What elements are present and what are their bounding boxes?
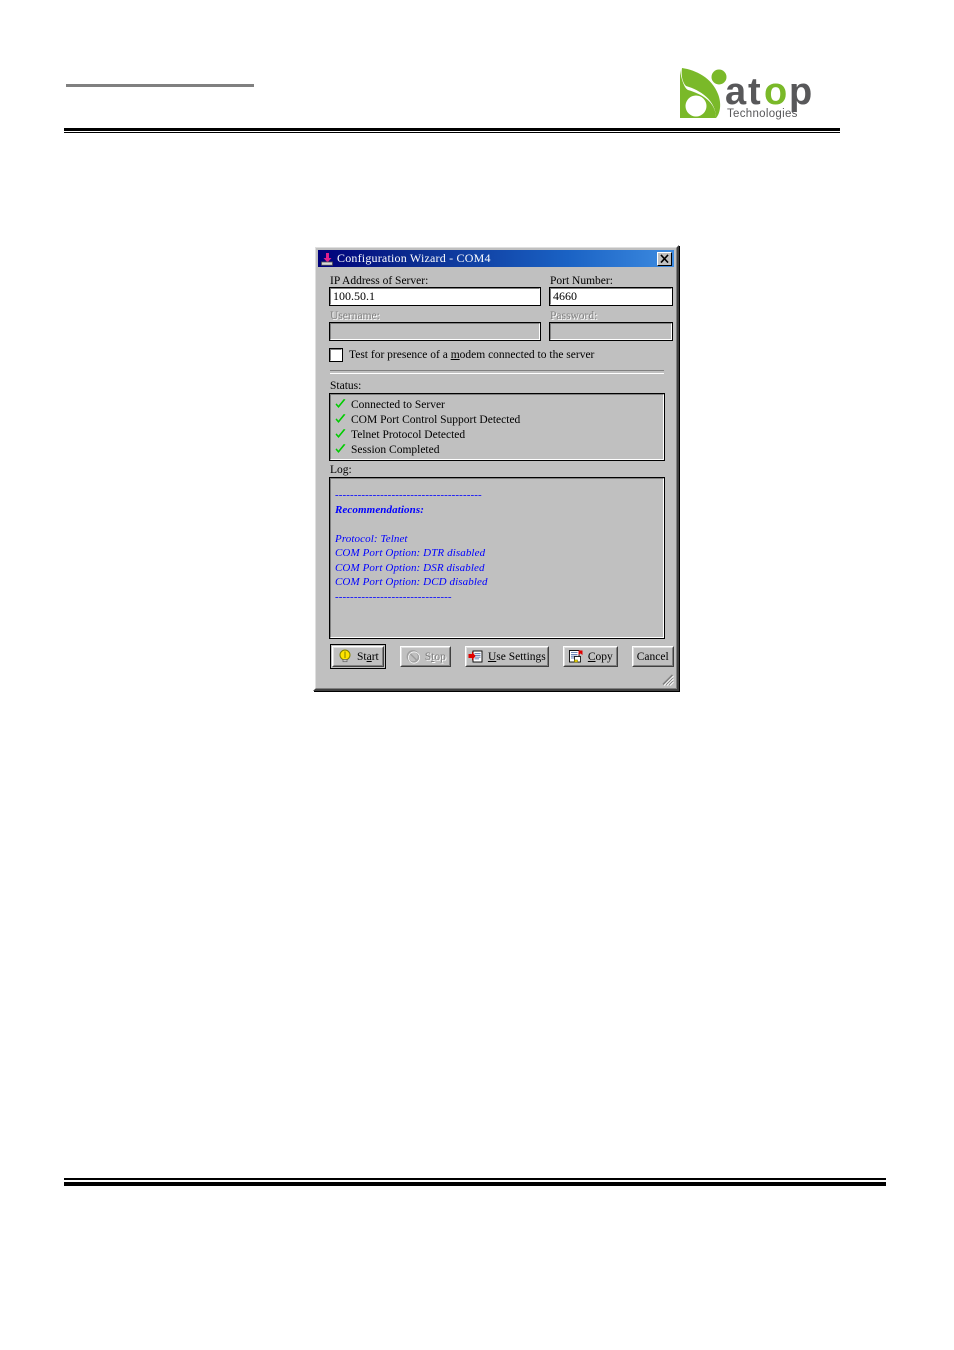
dialog-body: IP Address of Server: 100.50.1 Port Numb…: [318, 267, 674, 673]
apply-settings-icon: [468, 649, 484, 664]
status-item-label: COM Port Control Support Detected: [351, 413, 521, 426]
ip-field-group: IP Address of Server: 100.50.1: [329, 274, 541, 306]
status-list[interactable]: Connected to Server COM Port Control Sup…: [329, 393, 665, 461]
cancel-button-label: Cancel: [636, 650, 669, 663]
configuration-wizard-dialog[interactable]: Configuration Wizard - COM4 IP Address o…: [313, 245, 679, 691]
start-label-post: rt: [371, 650, 379, 663]
start-button-label: Start: [357, 651, 379, 663]
status-label: Status:: [330, 380, 362, 392]
log-line: COM Port Option: DTR disabled: [335, 547, 486, 559]
port-number-input[interactable]: 4660: [549, 287, 673, 306]
check-icon: [334, 428, 347, 441]
username-input[interactable]: [329, 322, 541, 341]
credentials-row: Username: Password:: [329, 309, 673, 341]
lightbulb-icon: [337, 649, 353, 664]
footer-divider: [64, 1178, 886, 1186]
dialog-title-bar[interactable]: Configuration Wizard - COM4: [318, 250, 674, 267]
stop-button[interactable]: Stop: [399, 646, 451, 667]
svg-text:a: a: [725, 71, 747, 113]
footer-divider-thick: [64, 1182, 886, 1186]
status-item: COM Port Control Support Detected: [334, 412, 661, 427]
status-item-label: Connected to Server: [351, 398, 445, 411]
password-field-group: Password:: [549, 309, 673, 341]
log-textbox[interactable]: --------------------------------------- …: [329, 477, 665, 639]
modem-label-part1: Test for presence of a: [349, 349, 451, 361]
server-address-row: IP Address of Server: 100.50.1 Port Numb…: [329, 274, 673, 306]
modem-test-checkbox-row[interactable]: Test for presence of a modem connected t…: [329, 348, 664, 362]
atop-technologies-logo: a t o p Technologies: [676, 64, 840, 126]
stop-label-post: op: [434, 650, 446, 663]
username-field-group: Username:: [329, 309, 541, 341]
ip-address-input[interactable]: 100.50.1: [329, 287, 541, 306]
port-number-label: Port Number:: [550, 275, 613, 287]
status-item-label: Telnet Protocol Detected: [351, 428, 466, 441]
dialog-inner-frame: Configuration Wizard - COM4 IP Address o…: [315, 247, 677, 689]
svg-text:p: p: [789, 71, 812, 113]
log-line: -------------------------------: [335, 590, 452, 603]
stop-button-label: Stop: [425, 651, 446, 663]
username-label: Username:: [330, 310, 380, 322]
status-item: Connected to Server: [334, 397, 661, 412]
header-divider-thin: [64, 132, 840, 133]
use-settings-button-label: Use Settings: [488, 651, 546, 663]
status-item: Session Completed: [334, 442, 661, 457]
install-arrow-icon: [320, 252, 334, 266]
header-rule: [66, 84, 254, 87]
check-icon: [334, 443, 347, 456]
status-item-label: Session Completed: [351, 443, 440, 456]
use-settings-button[interactable]: Use Settings: [464, 646, 549, 667]
section-divider: [330, 370, 664, 374]
status-item: Telnet Protocol Detected: [334, 427, 661, 442]
log-line-blank: [335, 517, 659, 532]
copy-document-icon: [568, 649, 584, 664]
copy-label-accel: C: [587, 650, 596, 663]
start-label-pre: St: [357, 650, 367, 663]
copy-label-post: opy: [595, 650, 613, 663]
use-label-post: se Settings: [496, 650, 546, 663]
dialog-button-row: Start Stop Use Settings Copy Cancel: [330, 644, 674, 669]
close-icon[interactable]: [657, 251, 672, 266]
modem-label-part2: odem connected to the server: [459, 349, 595, 361]
copy-button-label: Copy: [588, 651, 613, 663]
resize-grip[interactable]: [661, 673, 674, 686]
check-icon: [334, 398, 347, 411]
start-button[interactable]: Start: [330, 644, 386, 669]
port-field-group: Port Number: 4660: [549, 274, 673, 306]
header-divider: [64, 128, 840, 133]
modem-test-checkbox[interactable]: [329, 348, 343, 362]
use-label-accel: U: [487, 650, 497, 663]
password-label: Password:: [550, 310, 598, 322]
log-line: Protocol: Telnet: [335, 532, 408, 545]
check-icon: [334, 413, 347, 426]
log-line: ---------------------------------------: [335, 489, 482, 501]
log-label: Log:: [330, 464, 352, 476]
log-line: Recommendations:: [335, 503, 424, 516]
modem-test-label: Test for presence of a modem connected t…: [349, 349, 594, 361]
password-input[interactable]: [549, 322, 673, 341]
svg-text:Technologies: Technologies: [727, 108, 798, 120]
dialog-title-text: Configuration Wizard - COM4: [337, 251, 491, 265]
log-line: COM Port Option: DSR disabled: [335, 561, 485, 574]
cancel-button[interactable]: Cancel: [631, 646, 674, 667]
svg-text:o: o: [764, 71, 787, 113]
modem-label-accel: m: [450, 349, 460, 361]
svg-text:t: t: [748, 71, 761, 113]
log-line: COM Port Option: DCD disabled: [335, 576, 488, 588]
no-entry-icon: [405, 649, 421, 664]
copy-button[interactable]: Copy: [562, 646, 618, 667]
ip-address-label: IP Address of Server:: [330, 275, 429, 287]
